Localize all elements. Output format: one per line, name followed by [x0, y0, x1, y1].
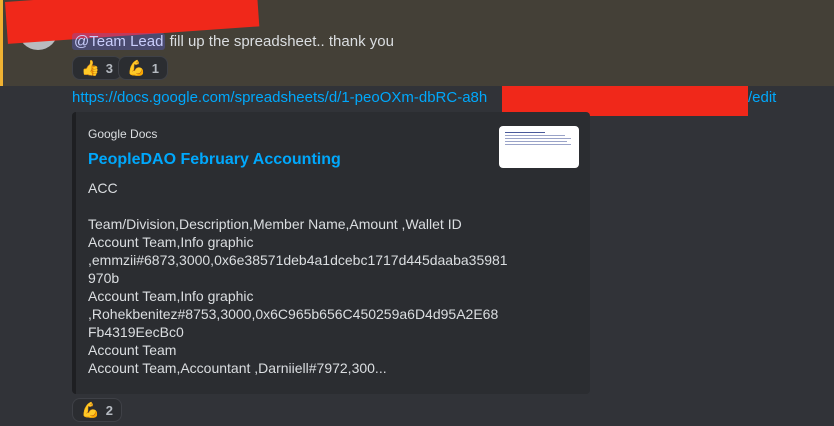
reaction-flexed-biceps-bottom[interactable]: 💪 2: [72, 398, 122, 422]
thumbs-up-icon: 👍: [81, 59, 100, 77]
spreadsheet-link[interactable]: https://docs.google.com/spreadsheets/d/1…: [72, 88, 487, 108]
mention-bar: [0, 0, 3, 86]
reaction-flexed-biceps[interactable]: 💪 1: [118, 56, 168, 80]
flexed-biceps-icon: 💪: [127, 59, 146, 77]
spreadsheet-link-tail[interactable]: /edit: [748, 88, 776, 108]
spreadsheet-thumbnail[interactable]: [499, 126, 579, 168]
reaction-count: 3: [105, 60, 113, 76]
reaction-count: 1: [151, 60, 159, 76]
link-embed: Google Docs PeopleDAO February Accountin…: [72, 112, 590, 394]
reaction-thumbs-up[interactable]: 👍 3: [72, 56, 122, 80]
user-mention[interactable]: @Team Lead: [72, 33, 166, 50]
flexed-biceps-icon: 💪: [81, 401, 100, 419]
message-text: fill up the spreadsheet.. thank you: [165, 33, 394, 50]
embed-provider[interactable]: Google Docs: [88, 127, 157, 141]
embed-title[interactable]: PeopleDAO February Accounting: [88, 151, 341, 169]
message-content: @Team Lead fill up the spreadsheet.. tha…: [72, 32, 394, 52]
reaction-count: 2: [105, 402, 113, 418]
embed-description: ACC Team/Division,Description,Member Nam…: [88, 180, 508, 376]
